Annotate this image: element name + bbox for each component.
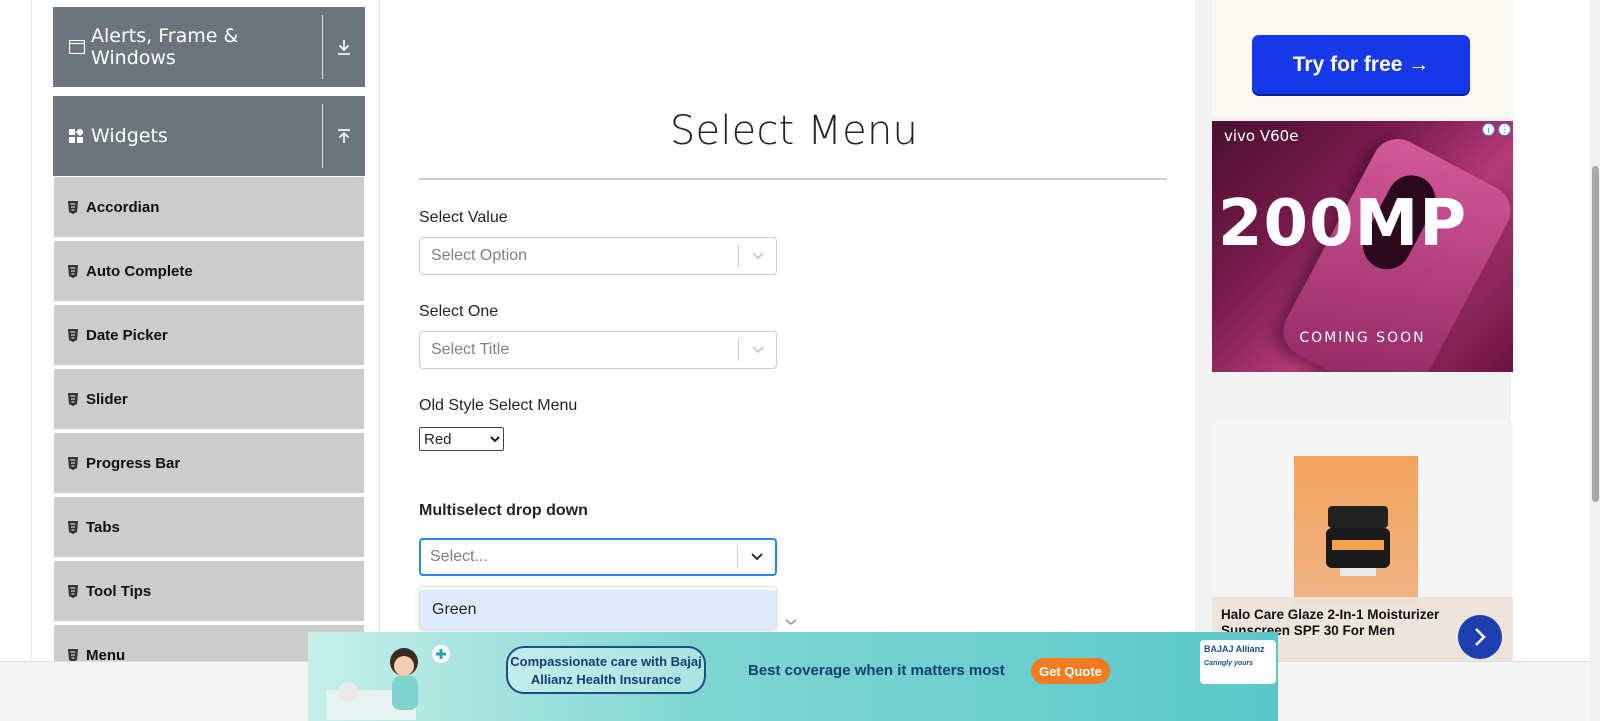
select-value-placeholder: Select Option — [431, 247, 528, 264]
old-style-select[interactable]: Red — [419, 427, 504, 451]
sidebar-item-label: Accordian — [86, 198, 160, 216]
sidebar-item-label: Date Picker — [86, 326, 168, 344]
html5-icon — [68, 648, 78, 662]
bajaj-logo: BAJAJ Allianz Caringly yours — [1200, 640, 1276, 684]
chevron-down-icon[interactable] — [738, 552, 775, 562]
collapse-upload-icon[interactable] — [323, 128, 365, 144]
sidebar-item-slider[interactable]: Slider — [54, 369, 364, 430]
banner-tagline: Best coverage when it matters most — [748, 662, 1005, 679]
option-green[interactable]: Green — [420, 590, 776, 629]
window-icon — [68, 39, 86, 55]
multiselect-input[interactable]: Select... — [421, 548, 737, 566]
html5-icon — [68, 264, 78, 278]
brand-tagline: Caringly yours — [1204, 660, 1254, 667]
multiselect-label: Multiselect drop down — [419, 502, 588, 519]
sidebar-item-tool-tips[interactable]: Tool Tips — [54, 561, 364, 622]
arrow-right-icon[interactable] — [1458, 615, 1502, 659]
html5-icon — [68, 584, 78, 598]
get-quote-button[interactable]: Get Quote — [1031, 658, 1110, 684]
sidebar-group-alerts-frame-windows[interactable]: Alerts, Frame & Windows — [53, 7, 365, 87]
vivo-brand: vivo V60e — [1224, 127, 1299, 145]
html5-icon — [68, 328, 78, 342]
expand-download-icon[interactable] — [323, 39, 365, 55]
widgets-icon — [69, 127, 85, 143]
select-one-dropdown[interactable]: Select Title — [419, 331, 777, 369]
multiselect-options-menu: Green — [419, 586, 777, 630]
vivo-headline: 200MP — [1218, 187, 1468, 261]
sidebar-item-label: Tool Tips — [86, 582, 152, 600]
sidebar-item-label: Tabs — [86, 518, 120, 536]
html5-icon — [68, 520, 78, 534]
vivo-footer: COMING SOON — [1299, 330, 1426, 346]
vivo-ad[interactable]: vivo V60e 200MP COMING SOON i ⋮ — [1212, 121, 1513, 372]
divider — [322, 104, 323, 168]
info-icon[interactable]: i — [1482, 123, 1495, 136]
sidebar-item-label: Progress Bar — [86, 454, 181, 472]
scrollbar-thumb[interactable] — [1592, 166, 1599, 502]
bajaj-banner-ad[interactable]: Compassionate care with Bajaj Allianz He… — [308, 632, 1278, 721]
select-value-label: Select Value — [419, 209, 508, 226]
chevron-down-icon[interactable] — [739, 251, 776, 261]
try-for-free-button[interactable]: Try for free → — [1252, 35, 1470, 94]
title-divider — [419, 178, 1167, 180]
page: Alerts, Frame & Windows Widgets Accordia… — [0, 0, 1600, 721]
old-style-selected-value: Red — [424, 430, 452, 448]
chevron-down-icon[interactable] — [739, 345, 776, 355]
multiselect-dropdown[interactable]: Select... — [419, 538, 777, 576]
sidebar-group-label: Alerts, Frame & Windows — [91, 25, 239, 69]
sidebar-item-label: Auto Complete — [86, 262, 193, 280]
old-style-select-label: Old Style Select Menu — [419, 397, 578, 414]
select-one-label: Select One — [419, 303, 499, 320]
sidebar-item-accordian[interactable]: Accordian — [54, 177, 364, 238]
sidebar-item-label: Slider — [86, 390, 128, 408]
banner-pill-text: Compassionate care with Bajaj Allianz He… — [506, 646, 706, 694]
sidebar-item-progress-bar[interactable]: Progress Bar — [54, 433, 364, 494]
select-one-placeholder: Select Title — [431, 341, 510, 358]
html5-icon — [68, 456, 78, 470]
html5-icon — [68, 392, 78, 406]
sidebar-item-auto-complete[interactable]: Auto Complete — [54, 241, 364, 302]
chevron-down-icon — [490, 435, 500, 442]
brand-name: BAJAJ Allianz — [1204, 644, 1265, 654]
select-value-dropdown[interactable]: Select Option — [419, 237, 777, 275]
ad-choices[interactable]: i ⋮ — [1482, 123, 1511, 136]
halo-ad[interactable]: Halo Care Glaze 2-In-1 Moisturizer Sunsc… — [1212, 422, 1513, 662]
sidebar-item-date-picker[interactable]: Date Picker — [54, 305, 364, 366]
more-icon[interactable]: ⋮ — [1498, 123, 1511, 136]
sidebar-item-tabs[interactable]: Tabs — [54, 497, 364, 558]
nurse-illustration-icon — [326, 645, 450, 720]
sidebar-group-widgets[interactable]: Widgets — [53, 96, 365, 176]
jar-icon — [1326, 506, 1390, 576]
page-title: Select Menu — [669, 108, 919, 154]
chevron-down-icon — [785, 619, 797, 625]
divider — [322, 15, 323, 79]
sidebar-group-label: Widgets — [91, 125, 168, 147]
html5-icon — [68, 200, 78, 214]
